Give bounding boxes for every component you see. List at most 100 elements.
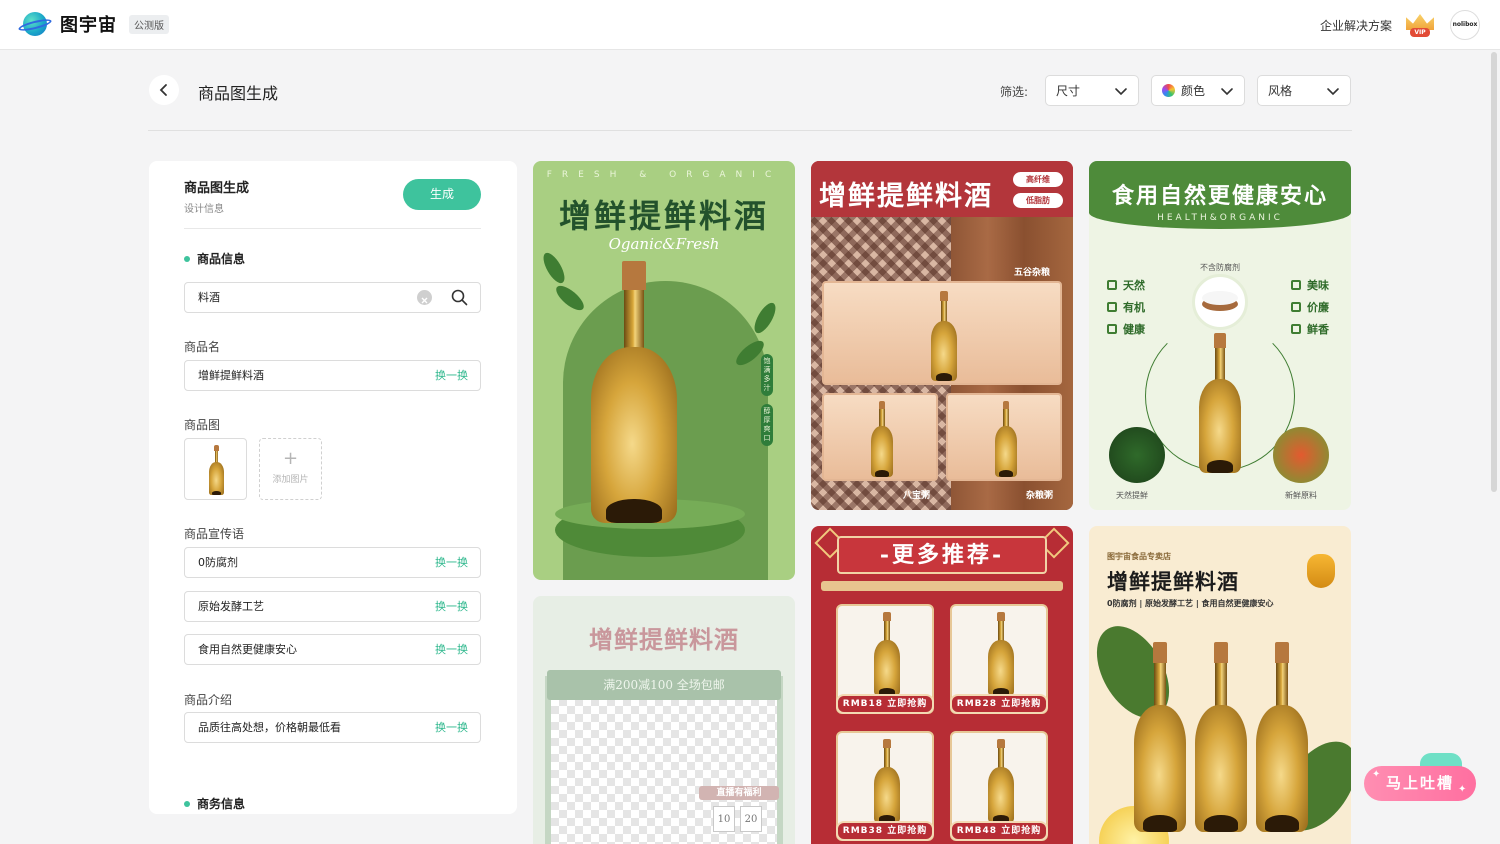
search-value: 料酒 xyxy=(198,291,220,304)
product-search-input[interactable]: 料酒 xyxy=(184,282,481,313)
bottle-image xyxy=(1134,642,1186,832)
product-name-field[interactable]: 增鲜提鲜料酒 换一换 xyxy=(184,360,481,391)
feature-natural: 天然 xyxy=(1107,277,1145,293)
date-box: 10 xyxy=(713,806,735,832)
intro-field[interactable]: 品质往高处想，价格朝最低看 换一换 xyxy=(184,712,481,743)
price-tag: RMB38 立即抢购 xyxy=(836,821,934,841)
panel-subtitle: 设计信息 xyxy=(184,204,224,215)
design-info-panel: 商品图生成 设计信息 生成 商品信息 料酒 商品名 增鲜提鲜料酒 换一换 商品图… xyxy=(149,161,517,814)
swap-name-button[interactable]: 换一换 xyxy=(435,361,468,390)
style-filter-dropdown[interactable]: 风格 xyxy=(1257,75,1351,106)
vip-label: VIP xyxy=(1410,28,1430,37)
color-filter-label: 颜色 xyxy=(1181,84,1206,98)
brand-logo[interactable]: 图宇宙 公测版 xyxy=(17,11,169,37)
vertical-tag: 醇厚爽口 xyxy=(761,404,773,446)
bullet-dot-icon xyxy=(184,800,190,807)
leaf-icon xyxy=(750,299,780,337)
brand-name: 图宇宙 xyxy=(60,15,117,36)
salt-bowl-image xyxy=(1192,274,1248,330)
caption-left: 天然提鲜 xyxy=(1116,491,1148,500)
seaweed-image xyxy=(1109,427,1165,483)
search-icon[interactable] xyxy=(451,289,468,306)
product-cell: RMB28 立即抢购 xyxy=(950,604,1048,714)
swap-slogan-button[interactable]: 换一换 xyxy=(435,635,468,664)
sparkle-icon: ✦ xyxy=(1372,769,1381,780)
card-title: -更多推荐- xyxy=(837,536,1047,574)
color-filter-dropdown[interactable]: 颜色 xyxy=(1151,75,1245,106)
slogan-field-2[interactable]: 原始发酵工艺 换一换 xyxy=(184,591,481,622)
add-image-button[interactable]: + 添加图片 xyxy=(259,438,322,500)
product-card-4[interactable]: 增鲜提鲜料酒 满200减100 全场包邮 直播有福利 10 20 xyxy=(533,596,795,844)
date-box: 20 xyxy=(740,806,762,832)
swap-slogan-button[interactable]: 换一换 xyxy=(435,592,468,621)
feature-pill: 低脂肪 xyxy=(1013,193,1063,208)
slogan-field-3[interactable]: 食用自然更健康安心 换一换 xyxy=(184,634,481,665)
style-filter-label: 风格 xyxy=(1268,84,1293,98)
slogan-field-1[interactable]: 0防腐剂 换一换 xyxy=(184,547,481,578)
product-card-2[interactable]: 增鲜提鲜料酒 高纤维 低脂肪 五谷杂粮 八宝粥 杂粮粥 xyxy=(811,161,1073,510)
card-title: 食用自然更健康安心 xyxy=(1111,183,1328,209)
leaf-icon xyxy=(552,281,588,315)
clear-icon[interactable] xyxy=(417,290,432,305)
feature-organic: 有机 xyxy=(1107,299,1145,315)
product-image-label: 商品图 xyxy=(184,418,221,432)
chevron-down-icon xyxy=(1115,88,1127,96)
product-name-label: 商品名 xyxy=(184,340,221,354)
swap-slogan-button[interactable]: 换一换 xyxy=(435,548,468,577)
chevron-left-icon xyxy=(159,84,167,96)
promo-ribbon: 满200减100 全场包邮 xyxy=(547,670,781,700)
beta-badge: 公测版 xyxy=(129,14,169,34)
slogan-label: 商品宣传语 xyxy=(184,527,245,541)
intro-value: 品质往高处想，价格朝最低看 xyxy=(198,721,341,734)
user-avatar[interactable]: nolibox xyxy=(1450,10,1480,40)
product-image-thumbnail[interactable] xyxy=(184,438,247,500)
panel-title: 商品图生成 xyxy=(184,181,250,196)
no-preservative-label: 不含防腐剂 xyxy=(1200,263,1240,272)
section-product-info: 商品信息 xyxy=(184,250,245,267)
price-tag: RMB28 立即抢购 xyxy=(950,694,1048,714)
product-frame xyxy=(946,393,1062,481)
vip-crown-icon[interactable]: VIP xyxy=(1404,12,1436,38)
bottle-image xyxy=(871,401,893,477)
feature-healthy: 健康 xyxy=(1107,321,1145,337)
product-card-5[interactable]: -更多推荐- RMB18 立即抢购 RMB28 立即抢购 RMB38 立即抢购 … xyxy=(811,526,1073,844)
filter-label: 筛选: xyxy=(1000,85,1029,99)
feature-fresh: 鲜香 xyxy=(1291,321,1329,337)
header-divider xyxy=(148,130,1352,131)
price-tag: RMB18 立即抢购 xyxy=(836,694,934,714)
card-title: 增鲜提鲜料酒 xyxy=(819,181,993,212)
frame-label: 杂粮粥 xyxy=(1026,491,1054,501)
sparkle-icon: ✦ xyxy=(1458,784,1467,795)
add-image-label: 添加图片 xyxy=(272,475,309,485)
bottle-image xyxy=(988,739,1014,823)
product-cell: RMB38 立即抢购 xyxy=(836,731,934,841)
checkbox-icon xyxy=(1291,324,1301,334)
size-filter-label: 尺寸 xyxy=(1056,84,1081,98)
swap-intro-button[interactable]: 换一换 xyxy=(435,713,468,742)
enterprise-solutions-link[interactable]: 企业解决方案 xyxy=(1320,17,1392,34)
frame-label: 八宝粥 xyxy=(903,491,931,501)
bottle-image xyxy=(1199,333,1241,473)
feature-cheap: 价廉 xyxy=(1291,299,1329,315)
bottle-image xyxy=(874,739,900,823)
frame-label: 五谷杂粮 xyxy=(1014,268,1051,278)
checkbox-icon xyxy=(1291,280,1301,290)
bottle-image xyxy=(995,401,1017,477)
back-button[interactable] xyxy=(149,75,179,105)
card-subtitle: 0防腐剂 | 原始发酵工艺 | 食用自然更健康安心 xyxy=(1107,599,1274,608)
panel-divider xyxy=(184,228,481,229)
bullet-dot-icon xyxy=(184,255,190,262)
product-card-1[interactable]: FRESH & ORGANIC 增鲜提鲜料酒 Oganic&Fresh 饱满多汁… xyxy=(533,161,795,580)
checkbox-icon xyxy=(1107,302,1117,312)
slogan-value: 原始发酵工艺 xyxy=(198,600,264,613)
size-filter-dropdown[interactable]: 尺寸 xyxy=(1045,75,1139,106)
product-frame xyxy=(822,281,1062,385)
feature-tasty: 美味 xyxy=(1291,277,1329,293)
product-card-6[interactable]: 图宇宙食品专卖店 增鲜提鲜料酒 0防腐剂 | 原始发酵工艺 | 食用自然更健康安… xyxy=(1089,526,1351,844)
product-card-3[interactable]: 食用自然更健康安心 HEALTH&ORGANIC 不含防腐剂 天然 有机 健康 … xyxy=(1089,161,1351,510)
card-tagline: FRESH & ORGANIC xyxy=(546,170,782,180)
generate-button[interactable]: 生成 xyxy=(403,179,481,210)
card-title: 增鲜提鲜料酒 xyxy=(558,197,769,235)
price-tag: RMB48 立即抢购 xyxy=(950,821,1048,841)
scrollbar-thumb[interactable] xyxy=(1491,52,1497,492)
